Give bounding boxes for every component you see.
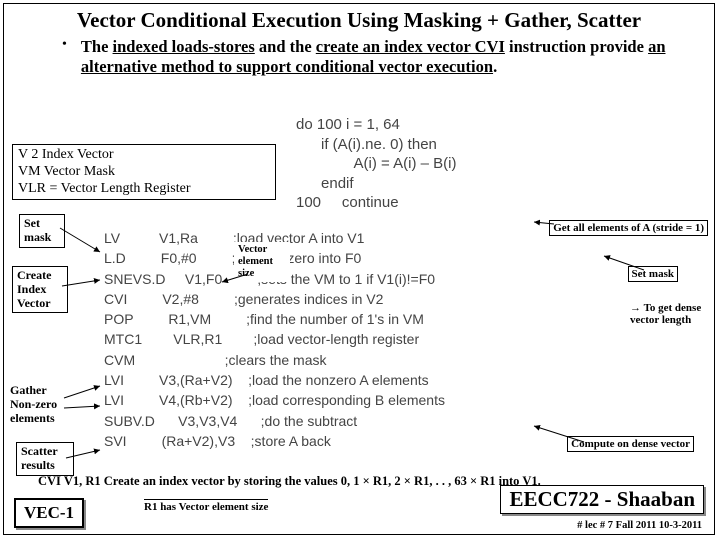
note-dense: → To get dense vector length xyxy=(630,302,708,326)
t: instruction provide xyxy=(505,37,648,56)
bullet-text: The indexed loads-stores and the create … xyxy=(81,37,676,77)
label-scatter: Scatter results xyxy=(16,442,74,476)
label-create-index: Create Index Vector xyxy=(12,266,68,313)
def-line: VM Vector Mask xyxy=(18,164,270,181)
note-set-mask: Set mask xyxy=(628,266,678,282)
t: . xyxy=(493,57,497,76)
note-get-all: Get all elements of A (stride = 1) xyxy=(549,220,708,236)
t: To get dense vector length xyxy=(630,302,701,326)
t: Create xyxy=(17,269,63,283)
fortran-code: do 100 i = 1, 64 if (A(i).ne. 0) then A(… xyxy=(296,115,456,213)
t: mask xyxy=(24,231,60,245)
def-line: VLR = Vector Length Register xyxy=(18,181,270,198)
t: element xyxy=(238,256,286,268)
lecture-info: # lec # 7 Fall 2011 10-3-2011 xyxy=(577,520,702,531)
t: Index xyxy=(17,283,63,297)
t: Gather xyxy=(10,384,66,398)
t: Vector xyxy=(17,297,63,311)
t: and the xyxy=(255,37,316,56)
label-gather: Gather Non-zero elements xyxy=(6,382,70,427)
course-badge: EECC722 - Shaaban xyxy=(500,485,704,514)
note-compute: Compute on dense vector xyxy=(567,436,694,452)
register-defs-box: V 2 Index Vector VM Vector Mask VLR = Ve… xyxy=(12,144,276,200)
t: results xyxy=(21,459,69,473)
t: elements xyxy=(10,412,66,426)
label-set-mask: Set mask xyxy=(19,214,65,248)
t: Non-zero xyxy=(10,398,66,412)
t: size xyxy=(238,268,286,280)
bullet-row: • The indexed loads-stores and the creat… xyxy=(62,37,676,77)
bullet-marker: • xyxy=(62,37,67,77)
slide-frame: Vector Conditional Execution Using Maski… xyxy=(3,3,715,535)
t: create an index vector CVI xyxy=(316,37,505,56)
t: The xyxy=(81,37,113,56)
def-line: V 2 Index Vector xyxy=(18,147,270,164)
t: Vector xyxy=(238,244,286,256)
footer-note: CVI V1, R1 Create an index vector by sto… xyxy=(38,474,541,489)
label-vector-size: Vector element size xyxy=(234,242,290,282)
t: Scatter xyxy=(21,445,69,459)
slide-title: Vector Conditional Execution Using Maski… xyxy=(4,4,714,33)
t: Set xyxy=(24,217,60,231)
vec1-badge: VEC-1 xyxy=(14,498,84,528)
r1-note: R1 has Vector element size xyxy=(144,499,268,513)
t: indexed loads-stores xyxy=(113,37,255,56)
